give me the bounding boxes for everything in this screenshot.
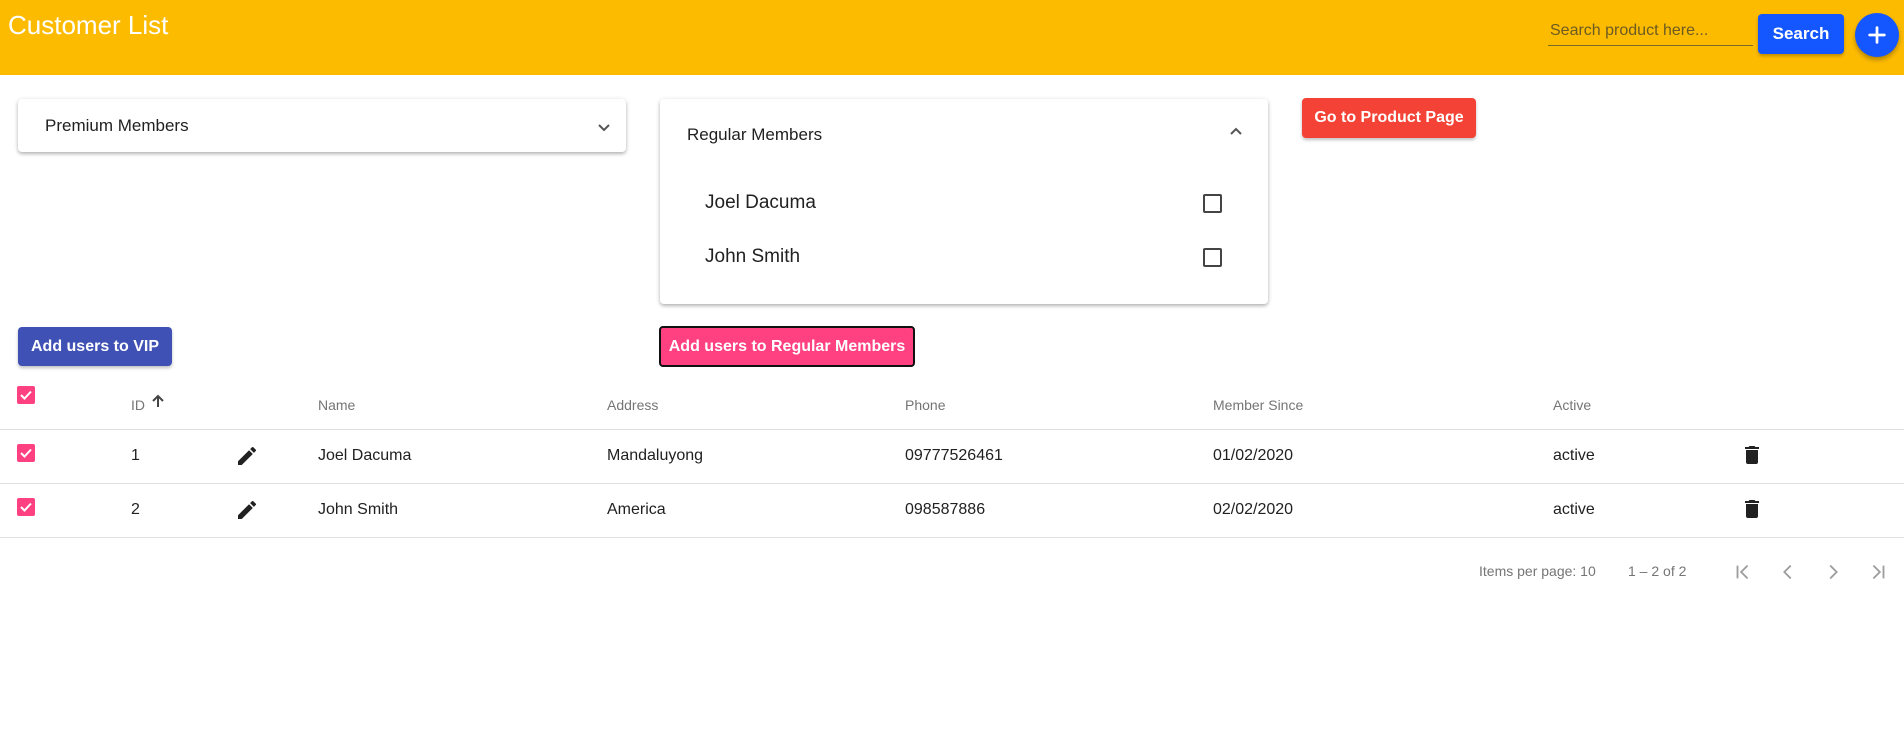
column-header-member-since: Member Since (1213, 397, 1304, 413)
search-field[interactable] (1548, 16, 1753, 46)
regular-members-panel: Regular Members Joel Dacuma John Smith (660, 99, 1268, 304)
row-checkbox[interactable] (17, 498, 35, 516)
cell-address: America (607, 501, 666, 518)
last-page-button[interactable] (1863, 557, 1893, 587)
search-input[interactable] (1548, 16, 1753, 45)
previous-page-button[interactable] (1773, 557, 1803, 587)
column-header-id[interactable]: ID (131, 397, 145, 413)
table-header: ID Name Address Phone Member Since Activ… (0, 375, 1904, 430)
chevron-down-icon (598, 124, 610, 132)
check-icon (20, 448, 32, 458)
app-toolbar: Customer List Search (0, 0, 1904, 75)
last-page-icon (1872, 564, 1885, 580)
member-item: John Smith (705, 243, 1245, 273)
delete-icon[interactable] (1740, 497, 1764, 521)
page-range-label: 1 – 2 of 2 (1628, 563, 1687, 579)
go-to-product-page-button[interactable]: Go to Product Page (1302, 98, 1476, 138)
cell-id: 1 (131, 447, 140, 464)
next-page-button[interactable] (1818, 557, 1848, 587)
member-checkbox[interactable] (1203, 194, 1222, 213)
column-header-name: Name (318, 397, 356, 413)
edit-icon[interactable] (235, 498, 259, 522)
cell-phone: 09777526461 (905, 447, 1003, 464)
cell-member-since: 02/02/2020 (1213, 501, 1294, 518)
column-header-active: Active (1553, 397, 1592, 413)
first-page-button[interactable] (1728, 557, 1758, 587)
cell-id: 2 (131, 501, 140, 518)
member-name: Joel Dacuma (705, 192, 816, 213)
cell-name: John Smith (318, 501, 399, 518)
member-checkbox[interactable] (1203, 248, 1222, 267)
cell-member-since: 01/02/2020 (1213, 447, 1294, 464)
chevron-right-icon (1829, 564, 1838, 580)
column-header-phone: Phone (905, 397, 946, 413)
items-per-page-label[interactable]: Items per page: 10 (1479, 563, 1596, 579)
first-page-icon (1736, 564, 1749, 580)
table-row: 2 John Smith America 098587886 02/02/202… (0, 484, 1904, 538)
cell-phone: 098587886 (905, 501, 986, 518)
table-row: 1 Joel Dacuma Mandaluyong 09777526461 01… (0, 430, 1904, 484)
sort-ascending-icon[interactable] (150, 393, 166, 409)
column-header-address: Address (607, 397, 659, 413)
cell-active: active (1553, 447, 1595, 464)
chevron-left-icon (1783, 564, 1792, 580)
plus-icon (1868, 26, 1886, 44)
page-title: Customer List (8, 10, 169, 40)
select-all-checkbox[interactable] (17, 386, 35, 404)
delete-icon[interactable] (1740, 443, 1764, 467)
premium-members-title: Premium Members (45, 116, 189, 135)
cell-name: Joel Dacuma (318, 447, 412, 464)
cell-active: active (1553, 501, 1595, 518)
add-users-to-regular-button[interactable]: Add users to Regular Members (659, 326, 915, 367)
member-name: John Smith (705, 246, 801, 267)
premium-members-panel[interactable]: Premium Members (18, 99, 626, 152)
add-users-to-vip-button[interactable]: Add users to VIP (18, 327, 172, 366)
cell-address: Mandaluyong (607, 447, 704, 464)
check-icon (20, 502, 32, 512)
chevron-up-icon[interactable] (1228, 123, 1244, 139)
check-icon (20, 390, 32, 400)
edit-icon[interactable] (235, 444, 259, 468)
row-checkbox[interactable] (17, 444, 35, 462)
search-button[interactable]: Search (1758, 14, 1844, 54)
add-button[interactable] (1855, 13, 1899, 57)
regular-members-title[interactable]: Regular Members (687, 125, 822, 145)
member-item: Joel Dacuma (705, 189, 1245, 219)
